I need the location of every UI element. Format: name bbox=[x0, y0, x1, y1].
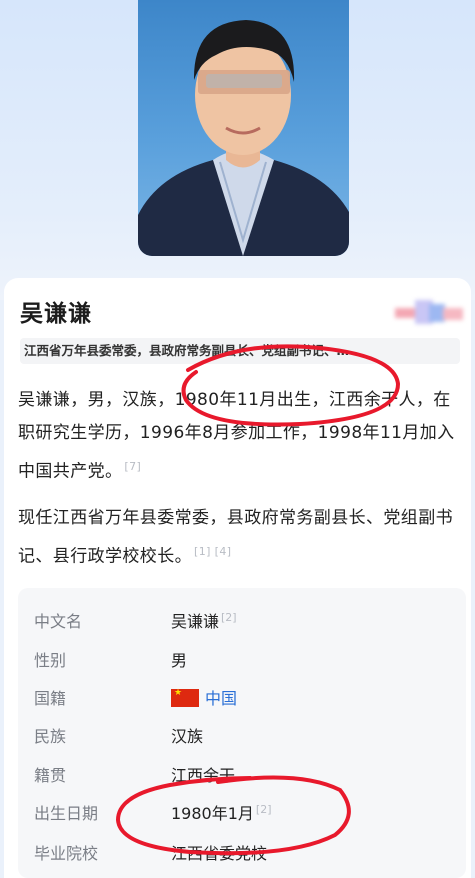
china-flag-icon bbox=[171, 688, 199, 707]
blurred-badge bbox=[395, 296, 467, 330]
info-value-link[interactable]: 中国 bbox=[171, 685, 237, 709]
info-key: 毕业院校 bbox=[34, 844, 99, 863]
intro-paragraph-1: 吴谦谦，男，汉族，1980年11月出生，江西余干人，在职研究生学历，1996年8… bbox=[18, 384, 464, 489]
citation-link[interactable]: [2] bbox=[221, 611, 237, 624]
info-row-chinese-name: 中文名 吴谦谦 [2] bbox=[34, 608, 454, 632]
info-key: 国籍 bbox=[34, 689, 67, 708]
info-value-text: 1980年1月 bbox=[171, 804, 254, 823]
info-row-native-place: 籍贯 江西余干 bbox=[34, 762, 454, 786]
info-row-gender: 性别 男 bbox=[34, 647, 454, 671]
profile-photo[interactable] bbox=[138, 0, 349, 256]
person-portrait-image bbox=[138, 20, 349, 256]
info-value-text[interactable]: 中国 bbox=[205, 689, 237, 708]
info-row-alma-mater: 毕业院校 江西省委党校 bbox=[34, 840, 454, 864]
info-key: 性别 bbox=[34, 651, 67, 670]
info-value: 江西余干 bbox=[171, 766, 236, 785]
info-value: 江西省委党校 bbox=[171, 844, 268, 863]
citation-link[interactable]: [2] bbox=[256, 803, 272, 816]
intro-text-2: 现任江西省万年县委常委，县政府常务副县长、党组副书记、县行政学校校长。 bbox=[18, 508, 453, 567]
info-row-ethnicity: 民族 汉族 bbox=[34, 723, 454, 747]
info-key: 出生日期 bbox=[34, 804, 99, 823]
position-tagline[interactable]: 江西省万年县委常委，县政府常务副县长、党组副书记、… bbox=[20, 338, 460, 364]
citation-link[interactable]: [7] bbox=[124, 460, 141, 473]
person-name: 吴谦谦 bbox=[20, 301, 92, 327]
intro-paragraph-2: 现任江西省万年县委常委，县政府常务副县长、党组副书记、县行政学校校长。 [1] [… bbox=[18, 502, 464, 574]
info-value: 汉族 bbox=[171, 727, 204, 746]
info-value: 男 bbox=[171, 651, 188, 670]
info-value: 吴谦谦 [2] bbox=[171, 608, 237, 632]
info-value: 1980年1月 [2] bbox=[171, 800, 272, 824]
intro-text-1: 吴谦谦，男，汉族，1980年11月出生，江西余干人，在职研究生学历，1996年8… bbox=[18, 390, 455, 482]
info-key: 籍贯 bbox=[34, 766, 67, 785]
citation-link[interactable]: [1] [4] bbox=[194, 545, 231, 558]
info-row-nationality: 国籍 中国 bbox=[34, 685, 454, 709]
info-key: 中文名 bbox=[34, 612, 83, 631]
info-row-birth-date: 出生日期 1980年1月 [2] bbox=[34, 800, 454, 824]
info-key: 民族 bbox=[34, 727, 67, 746]
info-value-text: 吴谦谦 bbox=[171, 612, 220, 631]
